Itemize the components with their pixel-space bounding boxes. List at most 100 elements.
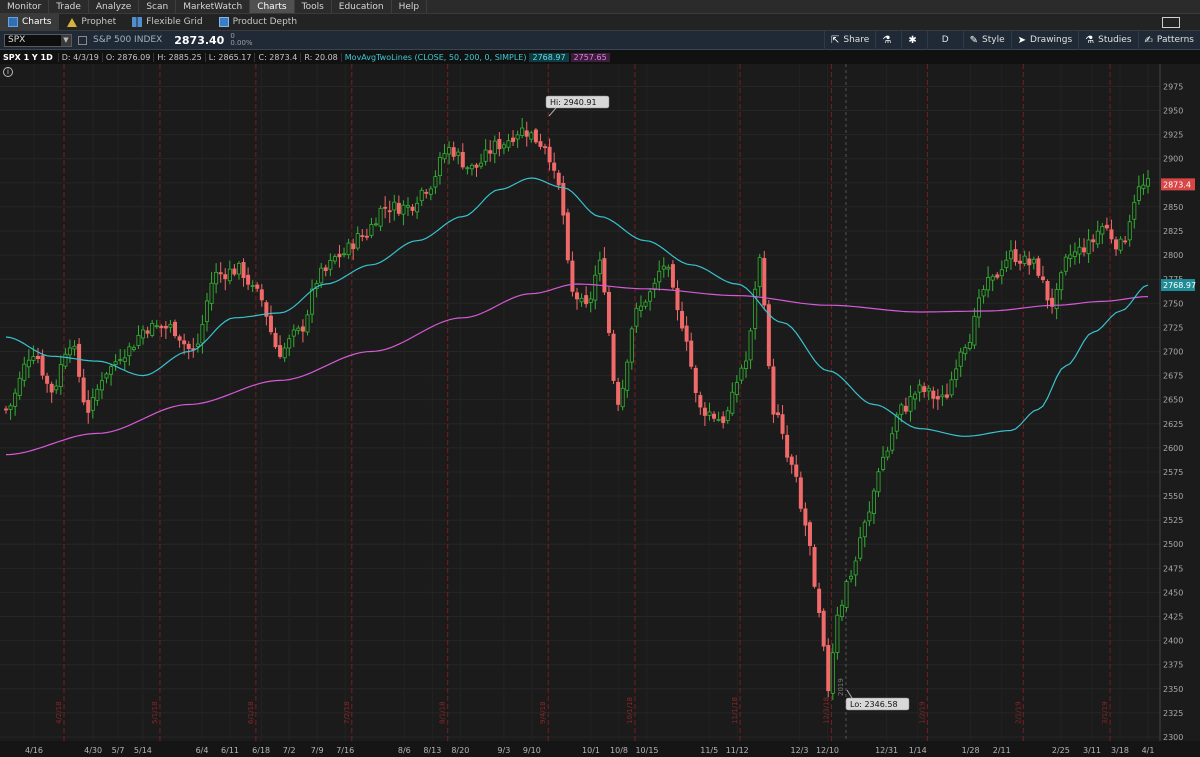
candle-body	[675, 288, 680, 311]
candle-body	[460, 151, 465, 168]
candle-body	[145, 330, 150, 334]
candle-body	[328, 259, 333, 270]
symbol-input[interactable]: SPX ▼	[4, 33, 72, 47]
candle-body	[1104, 224, 1109, 229]
x-tick-label: 3/18	[1111, 746, 1129, 755]
candle-body	[995, 274, 1000, 278]
candle-body	[753, 288, 758, 329]
info-icon[interactable]: i	[3, 67, 13, 77]
candle-body	[986, 276, 991, 291]
y-tick-label: 2825	[1163, 227, 1183, 236]
candle-body	[1118, 238, 1123, 251]
study-label[interactable]: MovAvgTwoLines (CLOSE, 50, 200, 0, SIMPL…	[340, 52, 530, 62]
candle-body	[40, 355, 45, 376]
candle-body	[168, 324, 173, 328]
candle-body	[666, 266, 671, 270]
grid-icon	[132, 17, 143, 27]
candle-body	[803, 508, 808, 526]
x-tick-label: 6/4	[196, 746, 209, 755]
subtab-flexible-grid[interactable]: Flexible Grid	[124, 14, 210, 31]
x-tick-label: 8/6	[398, 746, 411, 755]
style-button[interactable]: ✎ Style	[962, 30, 1011, 50]
candle-body	[725, 410, 730, 421]
menu-marketwatch[interactable]: MarketWatch	[176, 0, 251, 13]
settings-button[interactable]: ✱	[901, 30, 926, 50]
chevron-down-icon[interactable]: ▼	[61, 34, 71, 46]
x-tick-label: 11/5	[700, 746, 718, 755]
candle-body	[35, 355, 40, 360]
candle-body	[428, 188, 433, 195]
menu-trade[interactable]: Trade	[49, 0, 89, 13]
menu-education[interactable]: Education	[332, 0, 392, 13]
x-tick-label: 1/28	[962, 746, 980, 755]
candle-body	[173, 321, 178, 337]
price-chart[interactable]: 4/2/18 5/1/18 6/1/18 7/2/18 8/1/18 9/4/18 10/1…	[0, 64, 1200, 757]
menu-analyze[interactable]: Analyze	[89, 0, 140, 13]
x-tick-label: 7/9	[311, 746, 324, 755]
y-tick-label: 2575	[1163, 468, 1183, 477]
candle-body	[862, 521, 867, 538]
candle-body	[899, 404, 904, 415]
window-maximize-icon[interactable]	[1162, 16, 1180, 28]
candle-body	[483, 149, 488, 162]
x-tick-label: 5/14	[134, 746, 152, 755]
candle-body	[392, 201, 397, 211]
chart-toolbar: SPX ▼ S&P 500 INDEX 2873.40 0 0.00% ⇱ Share…	[0, 30, 1200, 50]
subtab-charts[interactable]: Charts	[0, 13, 60, 31]
candle-body	[757, 257, 762, 288]
candle-body	[209, 282, 214, 304]
y-tick-label: 2300	[1163, 733, 1183, 742]
main-menu: Monitor Trade Analyze Scan MarketWatch C…	[0, 0, 1200, 14]
candle-body	[976, 297, 981, 318]
candle-body	[250, 285, 255, 287]
menu-monitor[interactable]: Monitor	[0, 0, 50, 13]
subtab-product-depth[interactable]: Product Depth	[211, 14, 305, 31]
y-tick-label: 2800	[1163, 251, 1183, 260]
menu-tools[interactable]: Tools	[295, 0, 332, 13]
low-label: Lo: 2346.58	[850, 700, 898, 709]
candle-body	[355, 233, 360, 249]
month-label: 4/2/18	[55, 701, 63, 724]
candle-body	[195, 343, 200, 348]
x-tick-label: 6/18	[252, 746, 270, 755]
candle-body	[1004, 259, 1009, 268]
subtab-charts-label: Charts	[22, 17, 52, 27]
candle-body	[90, 397, 95, 411]
studies-button[interactable]: ⚗ Studies	[1078, 30, 1137, 50]
y-tick-label: 2475	[1163, 564, 1183, 573]
candle-body	[661, 265, 666, 270]
aggregation-button[interactable]: D	[926, 30, 963, 50]
menu-scan[interactable]: Scan	[139, 0, 177, 13]
candle-body	[204, 300, 209, 322]
candle-body	[926, 387, 931, 392]
symbol-link-icon[interactable]	[78, 35, 87, 45]
candle-body	[1100, 226, 1105, 235]
candle-body	[351, 243, 356, 250]
candle-body	[1031, 258, 1036, 264]
menu-charts[interactable]: Charts	[250, 0, 295, 13]
candle-body	[620, 387, 625, 408]
candle-body	[648, 291, 653, 302]
y-tick-label: 2325	[1163, 709, 1183, 718]
candle-body	[853, 560, 858, 576]
subtab-prophet[interactable]: Prophet	[59, 14, 124, 31]
x-tick-label: 12/3	[791, 746, 809, 755]
candle-body	[492, 140, 497, 155]
patterns-button[interactable]: ✍ Patterns	[1137, 30, 1200, 50]
share-icon: ⇱	[830, 34, 840, 46]
share-button[interactable]: ⇱ Share	[823, 30, 875, 50]
candle-body	[785, 434, 790, 458]
candle-body	[579, 297, 584, 303]
candle-body	[794, 464, 799, 477]
menu-help[interactable]: Help	[392, 0, 428, 13]
candle-body	[1095, 230, 1100, 245]
flask-icon: ⚗	[882, 34, 892, 46]
candle-body	[13, 392, 18, 407]
candle-body	[1127, 221, 1132, 241]
y-tick-label: 2500	[1163, 540, 1183, 549]
drawings-button[interactable]: ➤ Drawings	[1010, 30, 1079, 50]
info-high: H: 2885.25	[153, 52, 204, 62]
flask-button[interactable]: ⚗	[875, 30, 901, 50]
candle-body	[17, 377, 22, 396]
candle-body	[588, 298, 593, 303]
